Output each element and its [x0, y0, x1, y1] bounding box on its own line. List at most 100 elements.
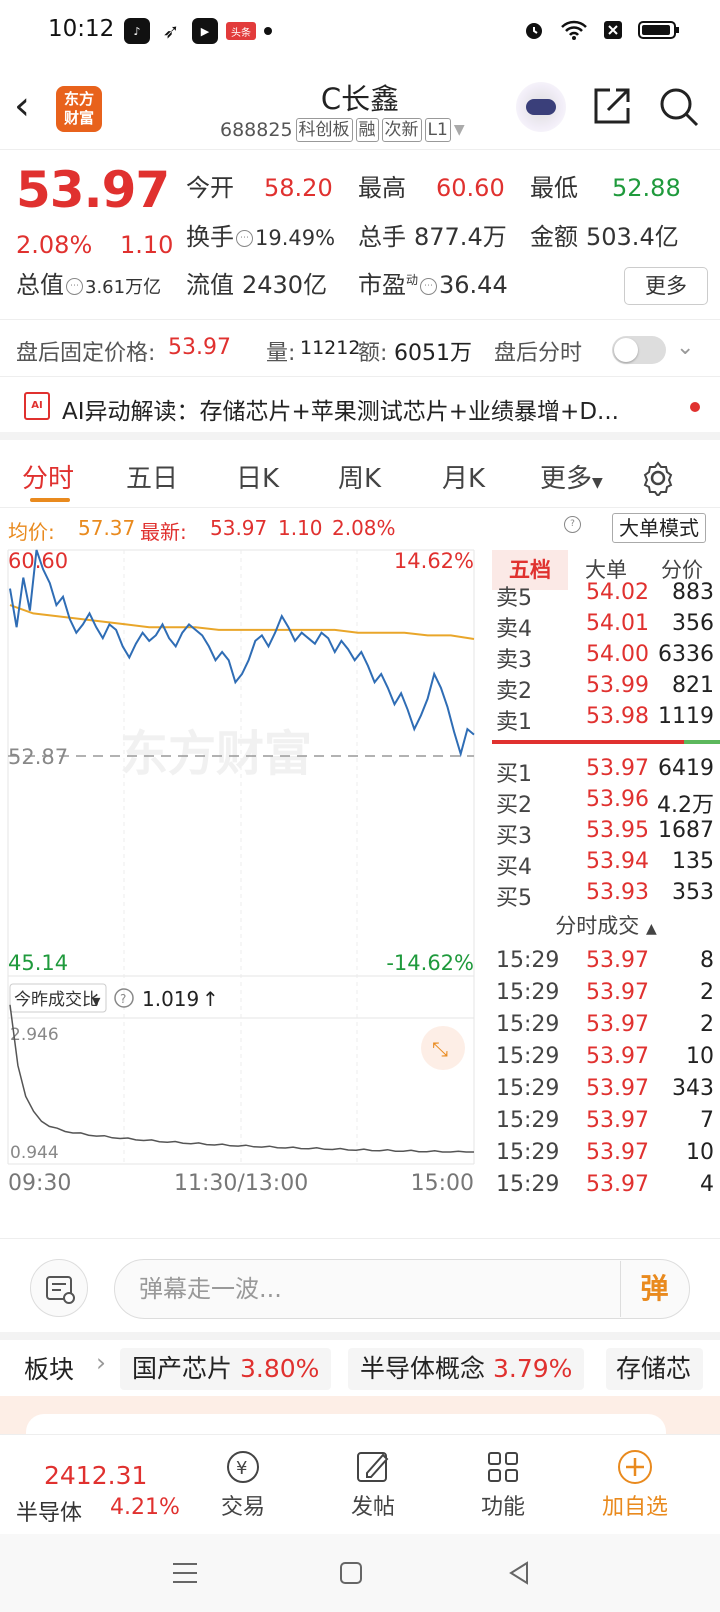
tick-time: 15:29	[496, 1044, 560, 1069]
tick-qty: 343	[672, 1076, 714, 1101]
ask-qty: 883	[672, 580, 714, 605]
top-price-label: 60.60	[8, 549, 68, 573]
tab-more[interactable]: 更多▼	[540, 458, 603, 495]
tick-row: 15:29 53.97 7	[492, 1108, 720, 1140]
ask-level: 卖5	[496, 586, 532, 611]
ask-row[interactable]: 卖3 54.00 6336	[492, 642, 720, 674]
tab-weekly-k[interactable]: 周K	[338, 458, 381, 495]
sector-pct: 3.80%	[239, 1354, 320, 1383]
after-hours-toggle[interactable]	[612, 336, 666, 364]
sector-chip[interactable]: 半导体概念 3.79%	[348, 1348, 585, 1390]
info-icon[interactable]: ⋯	[66, 277, 83, 295]
bid-level: 买4	[496, 855, 532, 880]
danmu-settings-icon[interactable]	[30, 1259, 88, 1317]
nav-trade-label: 交易	[220, 1495, 265, 1520]
danmu-input[interactable]: 弹幕走一波... 弹	[114, 1259, 690, 1319]
after-hours-amt-label: 额:	[358, 341, 388, 366]
tick-qty: 8	[700, 948, 714, 973]
help-icon[interactable]: ?	[564, 516, 581, 533]
ai-insight-bar[interactable]: AI AI异动解读：存储芯片+苹果测试芯片+业绩暴增+D...	[0, 378, 720, 440]
more-button[interactable]: 更多	[624, 267, 708, 305]
float-label: 流值	[186, 271, 234, 299]
ask-row[interactable]: 卖4 54.01 356	[492, 611, 720, 643]
ai-assistant-icon[interactable]	[516, 82, 566, 132]
share-icon[interactable]	[592, 86, 632, 126]
bid-row[interactable]: 买3 53.95 1687	[492, 818, 720, 850]
tick-row: 15:29 53.97 2	[492, 1012, 720, 1044]
avg-label: 均价:	[8, 520, 55, 544]
tick-row: 15:29 53.97 343	[492, 1076, 720, 1108]
menu-icon[interactable]	[170, 1560, 200, 1586]
bid-price: 53.95	[586, 818, 649, 843]
tick-time: 15:29	[496, 1140, 560, 1165]
comment-bar: 弹幕走一波... 弹	[0, 1238, 720, 1332]
mktcap-label: 总值	[16, 271, 64, 299]
tab-monthly-k[interactable]: 月K	[442, 458, 485, 495]
bid-ask-ratio-bar	[492, 740, 720, 744]
amount-field: 金额 503.4亿	[530, 217, 679, 252]
search-icon[interactable]	[658, 86, 700, 128]
post-edit-icon	[357, 1452, 389, 1482]
expand-icon: ⤡	[432, 1037, 448, 1061]
mktcap-value: 3.61万亿	[85, 277, 162, 298]
big-order-mode-button[interactable]: 大单模式	[612, 513, 706, 543]
volume-value: 877.4万	[414, 223, 507, 251]
nav-add-watchlist[interactable]: 加自选	[590, 1445, 680, 1521]
tick-price: 53.97	[586, 980, 649, 1005]
bid-row[interactable]: 买4 53.94 135	[492, 849, 720, 881]
nav-post[interactable]: 发帖	[328, 1445, 418, 1521]
battery-icon	[638, 21, 679, 39]
sector-label: 板块	[24, 1355, 75, 1384]
bid-row[interactable]: 买5 53.93 353	[492, 880, 720, 912]
amount-value: 503.4亿	[586, 223, 679, 251]
ask-row[interactable]: 卖2 53.99 821	[492, 673, 720, 705]
settings-gear-icon[interactable]	[640, 460, 676, 496]
wifi-icon	[561, 20, 587, 40]
caret-up-icon: ▲	[645, 921, 657, 937]
after-hours-vol: 11212	[300, 337, 361, 359]
tab-daily-k[interactable]: 日K	[236, 458, 279, 495]
after-hours-price: 53.97	[168, 335, 231, 360]
time-mid-label: 11:30/13:00	[174, 1171, 308, 1196]
tag-level: L1	[424, 118, 451, 142]
chart-tabs: 分时 五日 日K 周K 月K 更多▼	[0, 446, 720, 508]
tick-time: 15:29	[496, 1012, 560, 1037]
nav-add-watchlist-label: 加自选	[601, 1495, 668, 1520]
info-icon[interactable]: ⋯	[420, 277, 438, 295]
sim-off-icon	[604, 21, 622, 39]
unread-dot-icon	[690, 402, 700, 412]
ticks-title[interactable]: 分时成交 ▲	[492, 910, 720, 940]
sector-bar: 板块 › 国产芯片 3.80% 半导体概念 3.79% 存储芯	[0, 1332, 720, 1396]
bid-row[interactable]: 买1 53.97 6419	[492, 756, 720, 788]
chevron-right-icon[interactable]: ›	[96, 1348, 106, 1377]
change-percent: 2.08%	[16, 231, 93, 259]
turnover-value: 19.49%	[255, 226, 336, 250]
bid-level: 买5	[496, 886, 532, 911]
nav-trade[interactable]: ¥ 交易	[198, 1445, 288, 1521]
float-value: 2430亿	[242, 271, 328, 299]
nav-functions[interactable]: 功能	[458, 1445, 548, 1521]
ask-qty: 821	[672, 673, 714, 698]
tick-row: 15:29 53.97 10	[492, 1044, 720, 1076]
sector-chip[interactable]: 国产芯片 3.80%	[120, 1348, 332, 1390]
chevron-down-icon[interactable]: ⌄	[676, 335, 694, 360]
ask-row[interactable]: 卖5 54.02 883	[492, 580, 720, 612]
tab-five-day[interactable]: 五日	[126, 458, 178, 495]
tags-dropdown-icon[interactable]: ▼	[454, 122, 465, 138]
info-icon[interactable]: ⋯	[236, 229, 253, 247]
intraday-chart[interactable]: 东方财富 60.60 14.62% 52.87 45.14 -14.62% 今昨…	[0, 548, 490, 1238]
sector-chip[interactable]: 存储芯	[606, 1348, 704, 1390]
price-info-line: 均价: 57.37 最新: 53.97 1.10 2.08% ? 大单模式	[0, 510, 720, 546]
bid-row[interactable]: 买2 53.96 4.2万	[492, 787, 720, 819]
tag-margin: 融	[355, 118, 379, 142]
after-hours-toggle-label: 盘后分时	[494, 341, 583, 366]
danmu-send-button[interactable]: 弹	[620, 1261, 688, 1317]
sector-name: 存储芯	[616, 1354, 692, 1383]
home-icon[interactable]	[338, 1560, 364, 1586]
back-triangle-icon[interactable]	[506, 1560, 532, 1586]
ask-price: 54.01	[586, 611, 649, 636]
intraday-chart-svg: 东方财富 60.60 14.62% 52.87 45.14 -14.62% 今昨…	[7, 549, 475, 1196]
ask-row[interactable]: 卖1 53.98 1119	[492, 704, 720, 736]
tab-intraday[interactable]: 分时	[22, 458, 74, 495]
tick-row: 15:29 53.97 2	[492, 980, 720, 1012]
